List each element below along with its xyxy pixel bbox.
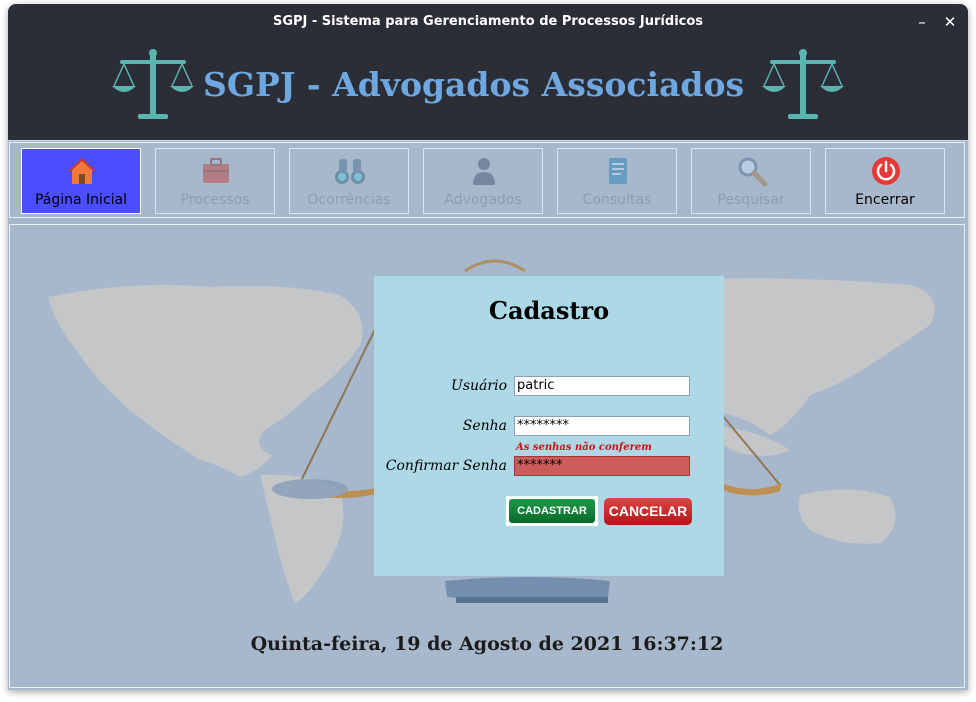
toolbar-button-ocorrencias[interactable]: Ocorrências: [289, 148, 409, 214]
cadastro-dialog: Cadastro Usuário patric Senha ******** A…: [374, 276, 724, 576]
cadastrar-button[interactable]: CADASTRAR: [506, 496, 598, 526]
minimize-button[interactable]: –: [912, 12, 932, 32]
usuario-input[interactable]: patric: [514, 376, 690, 396]
toolbar-button-advogados[interactable]: Advogados: [423, 148, 543, 214]
usuario-label: Usuário: [451, 378, 507, 394]
scales-of-justice-icon: [762, 49, 844, 119]
people-icon: [473, 158, 495, 185]
close-button[interactable]: ✕: [940, 12, 960, 32]
toolbar-label: Pesquisar: [717, 192, 785, 208]
home-icon: [68, 158, 96, 184]
toolbar-button-processos[interactable]: Processos: [155, 148, 275, 214]
senha-input[interactable]: ********: [514, 416, 690, 436]
power-icon: [872, 157, 900, 185]
document-icon: [609, 158, 627, 184]
main-content: Cadastro Usuário patric Senha ******** A…: [9, 224, 965, 688]
senha-label: Senha: [462, 418, 507, 434]
confirmar-senha-input[interactable]: *******: [514, 456, 690, 476]
toolbar-button-encerrar[interactable]: Encerrar: [825, 148, 945, 214]
confirmar-senha-label: Confirmar Senha: [385, 458, 507, 474]
password-mismatch-error: As senhas não conferem: [516, 442, 652, 453]
toolbar-label: Ocorrências: [307, 192, 391, 208]
toolbar-label: Encerrar: [855, 192, 915, 208]
magnifier-icon: [738, 157, 768, 187]
window-title: SGPJ - Sistema para Gerenciamento de Pro…: [272, 14, 704, 29]
toolbar-label: Advogados: [444, 192, 522, 208]
toolbar-button-consultas[interactable]: Consultas: [557, 148, 677, 214]
cadastrar-label: CADASTRAR: [509, 499, 595, 523]
briefcase-icon: [203, 158, 229, 183]
cancelar-button[interactable]: CANCELAR: [604, 498, 692, 525]
banner-title: SGPJ - Advogados Associados: [203, 65, 745, 104]
toolbar-label: Consultas: [582, 192, 652, 208]
toolbar-button-pagina-inicial[interactable]: Página Inicial: [21, 148, 141, 214]
toolbar-label: Página Inicial: [34, 192, 128, 208]
title-bar[interactable]: SGPJ - Sistema para Gerenciamento de Pro…: [8, 4, 968, 40]
toolbar-button-pesquisar[interactable]: Pesquisar: [691, 148, 811, 214]
current-datetime: Quinta-feira, 19 de Agosto de 2021 16:37…: [250, 633, 724, 655]
dialog-title: Cadastro: [488, 296, 610, 325]
toolbar-label: Processos: [180, 192, 250, 208]
main-toolbar: Página Inicial Processos Ocorrências Adv…: [9, 142, 965, 218]
app-window: SGPJ - Sistema para Gerenciamento de Pro…: [8, 4, 968, 690]
scales-of-justice-icon: [112, 49, 194, 119]
binoculars-icon: [335, 159, 365, 184]
header-banner: SGPJ - Advogados Associados: [8, 40, 968, 141]
